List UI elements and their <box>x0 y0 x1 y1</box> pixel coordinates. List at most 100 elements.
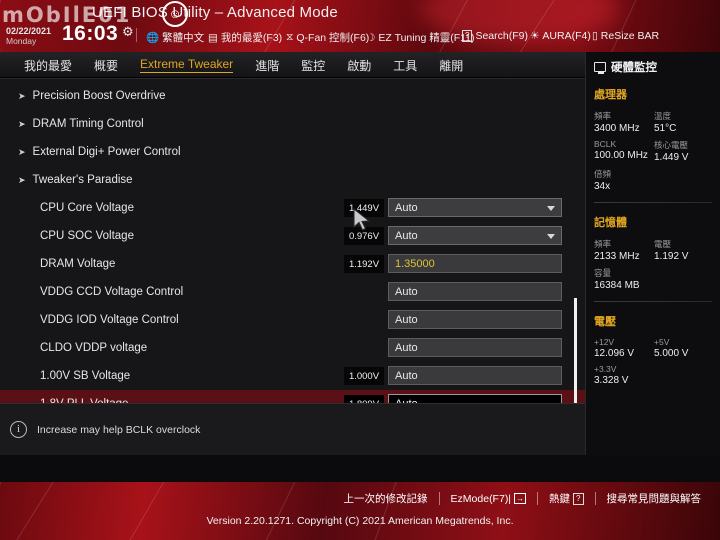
monitor-field-memory-capacity: 容量 16384 MB <box>594 262 654 291</box>
footer-item-label: 搜尋常見問題與解答 <box>606 493 702 505</box>
footer-streak <box>125 482 171 540</box>
footer-item-ezmode[interactable]: EzMode(F7)| → <box>440 493 538 505</box>
header-item-qfan[interactable]: ⧖ Q-Fan 控制(F6) <box>286 30 369 45</box>
date-block: 02/22/2021 Monday <box>6 26 51 46</box>
tab-monitor[interactable]: 監控 <box>301 57 325 74</box>
monitor-key: BCLK <box>594 139 617 149</box>
monitor-value: 1.449 V <box>654 152 689 163</box>
watermark-badge-icon: ☺ <box>162 1 188 27</box>
bulb-icon: ☽ <box>366 31 376 44</box>
monitor-cpu-row1: 頻率 3400 MHz 溫度 51°C <box>586 105 720 134</box>
setting-input[interactable]: Auto <box>388 338 562 357</box>
setting-row-cpu-core-voltage[interactable]: CPU Core Voltage 1.449V Auto <box>0 194 585 222</box>
setting-monitor-value: 1.192V <box>344 255 384 273</box>
monitor-section-voltage: 電壓 <box>594 316 616 328</box>
tab-my-favorites[interactable]: 我的最愛 <box>24 57 72 74</box>
footer-item-faq-search[interactable]: 搜尋常見問題與解答 <box>596 491 713 506</box>
weekday-text: Monday <box>6 36 37 46</box>
setting-row-vddg-iod-voltage-control[interactable]: VDDG IOD Voltage Control Auto <box>0 306 585 334</box>
header-item-myfavorites[interactable]: ▤ 我的最愛(F3) <box>208 30 282 45</box>
submenu-precision-boost-overdrive[interactable]: ➤ Precision Boost Overdrive <box>0 82 585 110</box>
submenu-label: Precision Boost Overdrive <box>32 90 166 102</box>
help-bar: i Increase may help BCLK overclock <box>0 403 585 455</box>
monitor-value: 12.096 V <box>594 348 635 359</box>
bios-screen: UEFI BIOS Utility – Advanced Mode mObIlE… <box>0 0 720 540</box>
setting-input[interactable]: Auto <box>388 310 562 329</box>
monitor-memory-row2: 容量 16384 MB <box>586 262 720 291</box>
tab-tool[interactable]: 工具 <box>393 57 417 74</box>
monitor-icon <box>594 62 606 74</box>
submenu-label: External Digi+ Power Control <box>32 146 181 158</box>
header-item-label: 繁體中文 <box>162 32 205 44</box>
tab-boot[interactable]: 啟動 <box>347 57 371 74</box>
setting-input[interactable]: Auto <box>388 282 562 301</box>
version-text: Version 2.20.1271. Copyright (C) 2021 Am… <box>206 515 514 527</box>
tab-exit[interactable]: 離開 <box>439 57 463 74</box>
header-item-resizebar[interactable]: ▯ ReSize BAR <box>592 30 659 42</box>
header-item-label: EZ Tuning 精靈(F11) <box>378 32 475 44</box>
setting-label: CPU Core Voltage <box>40 202 134 214</box>
globe-icon: 🌐 <box>146 32 160 44</box>
setting-value: Auto <box>395 369 418 382</box>
footer-streak <box>12 482 61 540</box>
monitor-field-cpu-frequency: 頻率 3400 MHz <box>594 105 654 134</box>
setting-row-cpu-soc-voltage[interactable]: CPU SOC Voltage 0.976V Auto <box>0 222 585 250</box>
submenu-label: DRAM Timing Control <box>32 118 144 130</box>
monitor-field-cpu-temperature: 溫度 51°C <box>654 105 714 134</box>
chevron-right-icon: ➤ <box>18 174 26 185</box>
header-item-label: Q-Fan 控制(F6) <box>296 32 370 44</box>
monitor-field-3-3v: +3.3V 3.328 V <box>594 359 654 386</box>
chevron-right-icon: ➤ <box>18 146 26 157</box>
setting-dropdown[interactable]: Auto <box>388 226 562 245</box>
monitor-key: +5V <box>654 337 670 347</box>
setting-value: Auto <box>395 313 418 326</box>
setting-row-1-00v-sb-voltage[interactable]: 1.00V SB Voltage 1.000V Auto <box>0 362 585 390</box>
header-item-language[interactable]: 🌐 繁體中文 <box>146 30 204 45</box>
setting-input[interactable]: Auto <box>388 366 562 385</box>
monitor-voltage-row1: +12V 12.096 V +5V 5.000 V <box>586 332 720 359</box>
header-item-search[interactable]: ? Search(F9) <box>462 30 528 42</box>
tab-main[interactable]: 概要 <box>94 57 118 74</box>
question-mark-icon: ? <box>573 492 584 505</box>
monitor-field-memory-frequency: 頻率 2133 MHz <box>594 233 654 262</box>
footer-item-label: 熱鍵 <box>549 493 571 505</box>
settings-panel: ➤ Precision Boost Overdrive ➤ DRAM Timin… <box>0 78 585 403</box>
setting-dropdown[interactable]: Auto <box>388 198 562 217</box>
gear-icon[interactable]: ⚙ <box>122 24 134 40</box>
chevron-down-icon <box>547 206 555 211</box>
footer-item-last-modified[interactable]: 上一次的修改記錄 <box>333 491 439 506</box>
setting-monitor-value: 1.000V <box>344 367 384 385</box>
tab-extreme-tweaker[interactable]: Extreme Tweaker <box>140 57 234 73</box>
monitor-value: 3.328 V <box>594 375 629 386</box>
tab-advanced[interactable]: 進階 <box>255 57 279 74</box>
setting-row-1-8v-pll-voltage[interactable]: 1.8V PLL Voltage 1.809V Auto <box>0 390 585 403</box>
monitor-cpu-row2: BCLK 100.00 MHz 核心電壓 1.449 V <box>586 134 720 163</box>
setting-value: Auto <box>395 285 418 298</box>
footer-item-hotkeys[interactable]: 熱鍵 ? <box>538 491 594 506</box>
monitor-section-cpu: 處理器 <box>594 89 627 101</box>
hardware-monitor-panel: 硬體監控 處理器 頻率 3400 MHz 溫度 51°C BCLK 100.00… <box>585 52 720 455</box>
help-text: Increase may help BCLK overclock <box>37 423 201 436</box>
header-item-eztuning[interactable]: ☽ EZ Tuning 精靈(F11) <box>366 30 475 45</box>
setting-value: Auto <box>395 229 418 242</box>
monitor-value: 3400 MHz <box>594 123 640 134</box>
footer-streak <box>260 482 301 540</box>
setting-value: 1.35000 <box>395 257 435 270</box>
setting-input[interactable]: 1.35000 <box>388 254 562 273</box>
submenu-tweakers-paradise[interactable]: ➤ Tweaker's Paradise <box>0 166 585 194</box>
header-item-aura[interactable]: ☀ AURA(F4) <box>530 30 591 42</box>
setting-row-dram-voltage[interactable]: DRAM Voltage 1.192V 1.35000 <box>0 250 585 278</box>
mouse-cursor-icon <box>353 208 371 231</box>
submenu-dram-timing-control[interactable]: ➤ DRAM Timing Control <box>0 110 585 138</box>
resizebar-icon: ▯ <box>592 30 598 42</box>
setting-label: CLDO VDDP voltage <box>40 342 148 354</box>
content-scrollbar[interactable] <box>574 298 577 403</box>
hardware-monitor-title: 硬體監控 <box>586 52 720 75</box>
header-bar: UEFI BIOS Utility – Advanced Mode mObIlE… <box>0 0 720 52</box>
setting-row-cldo-vddp-voltage[interactable]: CLDO VDDP voltage Auto <box>0 334 585 362</box>
setting-input[interactable]: Auto <box>388 394 562 403</box>
submenu-external-digi-power-control[interactable]: ➤ External Digi+ Power Control <box>0 138 585 166</box>
monitor-key: 倍頻 <box>594 169 612 179</box>
monitor-key: 容量 <box>594 268 612 278</box>
setting-row-vddg-ccd-voltage-control[interactable]: VDDG CCD Voltage Control Auto <box>0 278 585 306</box>
